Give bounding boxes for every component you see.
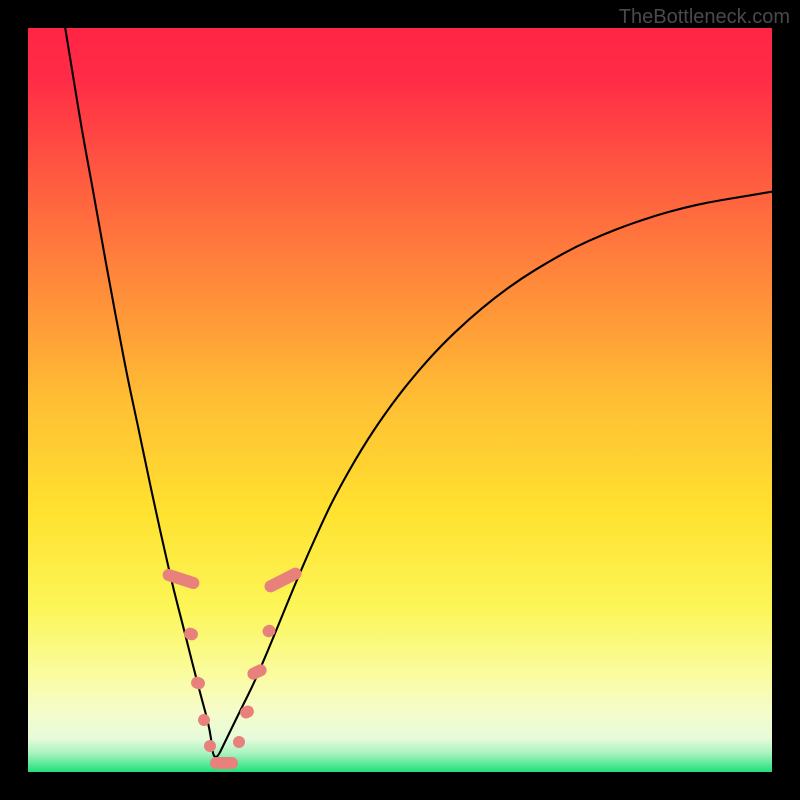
data-marker [210, 757, 238, 769]
bottleneck-curve [28, 28, 772, 772]
watermark-text: TheBottleneck.com [619, 6, 790, 29]
chart-plot-area [28, 28, 772, 772]
